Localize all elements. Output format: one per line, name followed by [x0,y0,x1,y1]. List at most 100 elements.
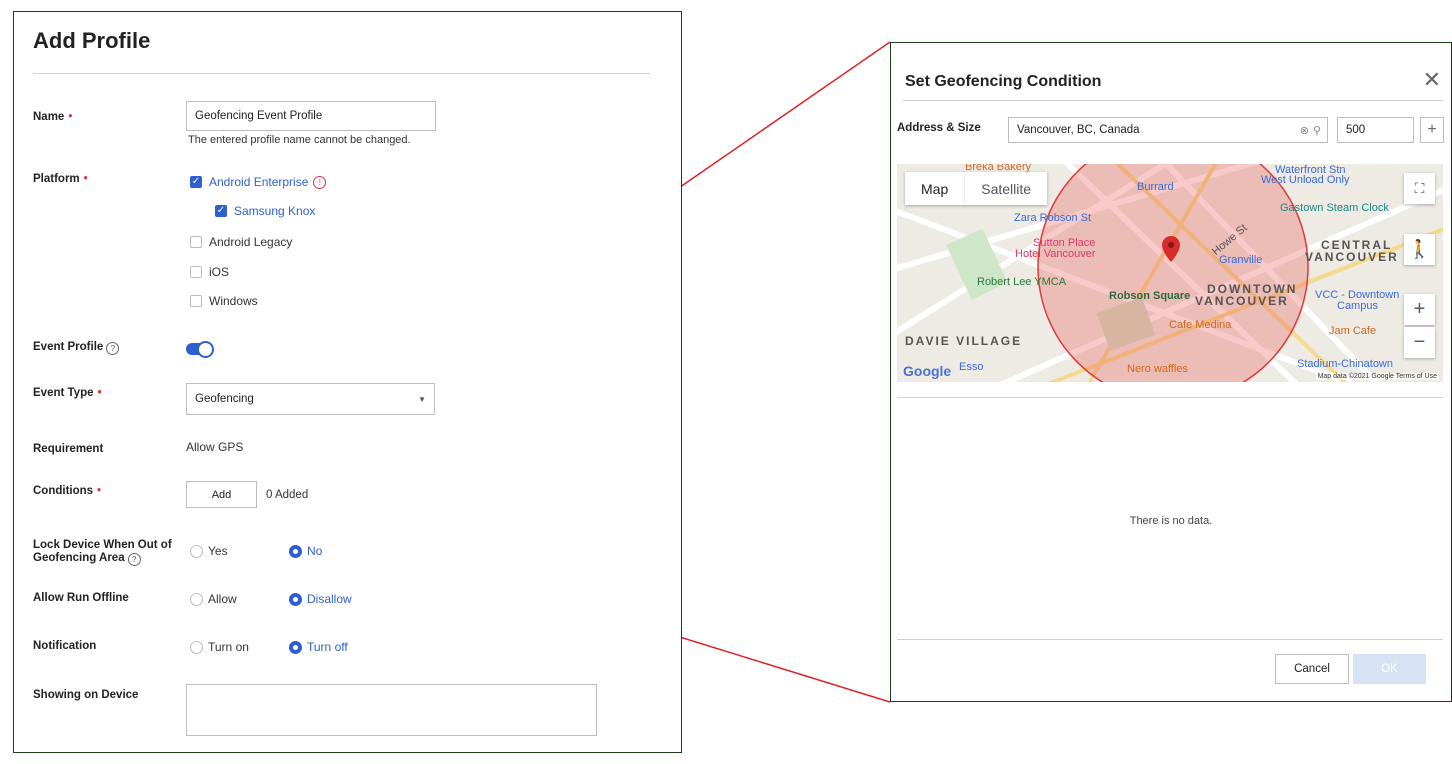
map-district-label: VANCOUVER [1305,250,1399,264]
showing-on-device-label: Showing on Device [33,689,139,701]
map-divider [897,397,1443,398]
event-type-label: Event Type • [33,387,102,399]
geofencing-dialog: Set Geofencing Condition ✕ Address & Siz… [890,42,1452,702]
offline-disallow-radio[interactable]: Disallow [289,592,352,606]
radio-label: No [307,544,323,558]
address-size-label: Address & Size [897,122,981,134]
event-profile-toggle[interactable] [186,341,214,358]
tab-map[interactable]: Map [905,172,964,205]
lock-yes-radio[interactable]: Yes [190,544,228,558]
platform-ios[interactable]: iOS [190,265,229,279]
map-type-tabs: Map Satellite [905,172,1048,205]
map-label: Esso [959,361,984,373]
add-plus-icon[interactable]: + [1420,117,1444,143]
map-label: Breka Bakery [965,164,1032,173]
ok-button[interactable]: OK [1353,654,1426,684]
event-type-value: Geofencing [195,393,254,405]
checkbox-icon [190,236,202,248]
radio-selected-icon [289,544,302,558]
platform-samsung-knox[interactable]: ✓ Samsung Knox [215,204,315,218]
dialog-title: Set Geofencing Condition [905,73,1102,90]
offline-allow-radio[interactable]: Allow [190,592,237,606]
radio-icon [190,544,203,558]
platform-label-text: iOS [209,265,230,279]
radio-label: Allow [208,592,237,606]
info-icon[interactable]: ! [313,175,327,189]
address-input[interactable]: Vancouver, BC, Canada ⊗ ⚲ [1008,117,1328,143]
platform-label-text: Android Enterprise [209,175,309,189]
tab-satellite[interactable]: Satellite [964,172,1047,205]
checkbox-icon [190,295,202,307]
add-profile-panel: Add Profile Name • Geofencing Event Profi… [13,11,682,753]
checkmark-icon: ✓ [190,176,202,188]
page-title: Add Profile [33,28,151,53]
name-input[interactable]: Geofencing Event Profile [186,101,436,131]
map-label: Granville [1219,254,1263,266]
fullscreen-icon[interactable]: ⛶ [1404,173,1435,204]
street-view-pegman-icon[interactable]: 🚶 [1404,234,1435,265]
checkmark-icon: ✓ [215,205,227,217]
size-input-value: 500 [1346,124,1366,136]
close-icon[interactable]: ✕ [1423,69,1441,91]
map-label: Robert Lee YMCA [977,276,1067,288]
platform-label: Platform • [33,173,88,185]
platform-label-text: Samsung Knox [234,204,316,218]
google-logo: Google [903,363,952,379]
radio-icon [190,592,203,606]
conditions-label: Conditions • [33,485,102,497]
platform-label-text: Android Legacy [209,235,293,249]
size-input[interactable]: 500 [1337,117,1414,143]
map-label: Robson Square [1109,290,1191,302]
map-marker-icon[interactable] [1162,236,1180,262]
notification-off-radio[interactable]: Turn off [289,640,348,654]
map-label: Hotel Vancouver [1015,248,1096,260]
map-label: Campus [1337,300,1378,312]
empty-state-text: There is no data. [1129,515,1213,527]
toggle-knob [197,341,214,358]
requirement-value: Allow GPS [186,440,244,454]
map-label: Jam Cafe [1329,325,1377,337]
showing-on-device-textarea[interactable] [186,684,597,736]
radio-selected-icon [289,640,302,654]
zoom-out-icon[interactable]: − [1404,327,1435,358]
event-type-select[interactable]: Geofencing ▼ [186,383,435,415]
allow-offline-label: Allow Run Offline [33,592,129,604]
name-input-value: Geofencing Event Profile [195,110,323,122]
name-label: Name • [33,111,73,123]
dialog-title-divider [903,100,1443,101]
notification-label: Notification [33,640,97,652]
requirement-label: Requirement [33,443,104,455]
map-view[interactable]: Map Satellite ⛶ 🚶 + − Breka Bakery Burra… [897,164,1443,382]
cancel-button[interactable]: Cancel [1275,654,1349,684]
platform-android-legacy[interactable]: Android Legacy [190,235,292,249]
help-icon: ? [106,342,120,355]
add-condition-button[interactable]: Add [186,481,257,508]
map-attribution[interactable]: Map data ©2021 Google Terms of Use [1315,373,1439,380]
title-divider [33,73,650,74]
map-label: Stadium-Chinatown [1297,358,1393,370]
map-label: Gastown Steam Clock [1280,202,1389,214]
clear-icon[interactable]: ⊗ [1300,124,1309,137]
radio-label: Turn on [208,640,249,654]
platform-android-enterprise[interactable]: ✓ Android Enterprise ! [190,175,327,189]
map-label: Burrard [1137,181,1174,193]
map-label: West Unload Only [1261,174,1350,186]
zoom-in-icon[interactable]: + [1404,294,1435,325]
chevron-down-icon: ▼ [418,394,426,404]
checkbox-icon [190,266,202,278]
notification-on-radio[interactable]: Turn on [190,640,249,654]
radio-selected-icon [289,592,302,606]
radio-icon [190,640,203,654]
map-label: Nero waffles [1127,363,1188,375]
lock-no-radio[interactable]: No [289,544,322,558]
radio-label: Turn off [307,640,348,654]
help-icon: ? [127,553,141,566]
map-label: Zara Robson St [1014,212,1092,224]
platform-windows[interactable]: Windows [190,294,258,308]
name-hint: The entered profile name cannot be chang… [188,134,411,146]
search-icon[interactable]: ⚲ [1313,124,1321,137]
address-input-value: Vancouver, BC, Canada [1017,124,1140,136]
event-profile-label: Event Profile? [33,341,120,355]
map-district-label: VANCOUVER [1195,294,1289,308]
map-district-label: DAVIE VILLAGE [905,334,1023,348]
